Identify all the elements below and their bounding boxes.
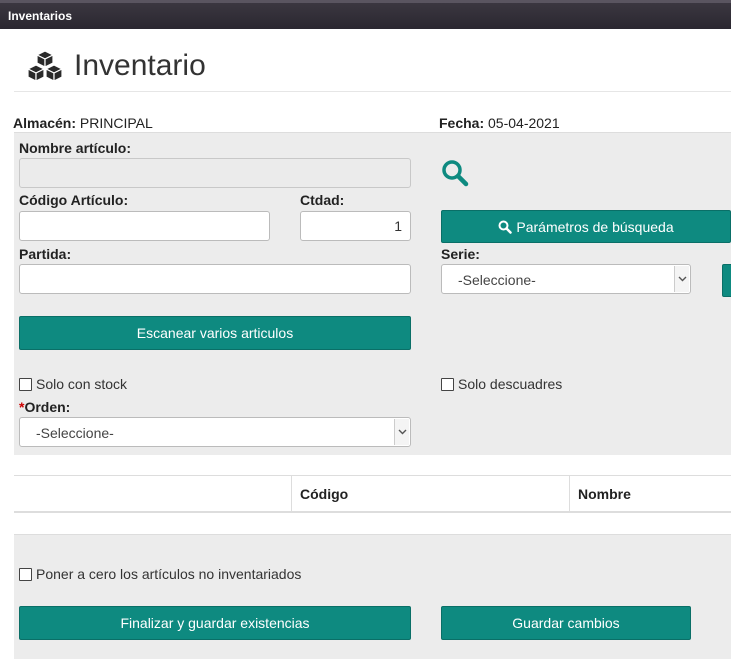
codigo-articulo-label: Código Artículo: — [19, 192, 129, 208]
serie-label: Serie: — [441, 246, 480, 262]
escanear-varios-label: Escanear varios articulos — [136, 325, 294, 341]
serie-select[interactable]: -Seleccione- — [441, 264, 691, 294]
poner-a-cero-label: Poner a cero los artículos no inventaria… — [36, 566, 302, 582]
fecha-label: Fecha: — [439, 115, 485, 131]
almacen-info: Almacén: PRINCIPAL — [13, 115, 153, 131]
parametros-busqueda-button[interactable]: Parámetros de búsqueda — [441, 210, 731, 243]
header-divider — [14, 91, 731, 92]
guardar-cambios-label: Guardar cambios — [512, 615, 620, 631]
footer-panel — [14, 534, 731, 659]
inventory-table-header: Código Nombre — [14, 475, 731, 513]
almacen-label: Almacén: — [13, 115, 77, 131]
guardar-cambios-button[interactable]: Guardar cambios — [441, 606, 691, 640]
fecha-value: 05-04-2021 — [488, 115, 560, 131]
checkbox-box[interactable] — [19, 567, 32, 581]
column-header-nombre[interactable]: Nombre — [569, 476, 731, 512]
page-title: Inventario — [74, 49, 206, 82]
parametros-busqueda-label: Parámetros de búsqueda — [516, 218, 674, 235]
cubes-icon — [27, 50, 63, 82]
serie-select-value: -Seleccione- — [458, 272, 536, 288]
chevron-down-icon — [394, 419, 409, 445]
chevron-down-icon — [674, 266, 689, 292]
ctdad-field[interactable] — [300, 211, 411, 241]
solo-descuadres-checkbox[interactable]: Solo descuadres — [441, 376, 562, 392]
solo-con-stock-checkbox[interactable]: Solo con stock — [19, 376, 127, 392]
ctdad-label: Ctdad: — [300, 192, 345, 208]
orden-select[interactable]: -Seleccione- — [19, 417, 411, 447]
checkbox-box[interactable] — [441, 377, 454, 391]
checkbox-box[interactable] — [19, 377, 32, 391]
serie-action-button[interactable] — [722, 264, 731, 297]
column-header-select — [14, 476, 291, 512]
search-icon[interactable] — [441, 159, 469, 187]
window-titlebar: Inventarios — [0, 0, 731, 29]
page-header: Inventario — [26, 46, 206, 86]
solo-con-stock-label: Solo con stock — [36, 376, 128, 392]
fecha-info: Fecha: 05-04-2021 — [439, 115, 560, 131]
solo-descuadres-label: Solo descuadres — [458, 376, 563, 392]
nombre-articulo-field — [19, 158, 411, 188]
partida-field[interactable] — [19, 264, 411, 294]
orden-select-value: -Seleccione- — [36, 425, 114, 441]
search-icon — [498, 220, 513, 234]
escanear-varios-button[interactable]: Escanear varios articulos — [19, 316, 411, 350]
window-title: Inventarios — [8, 9, 73, 23]
partida-label: Partida: — [19, 246, 72, 262]
finalizar-guardar-button[interactable]: Finalizar y guardar existencias — [19, 606, 411, 640]
codigo-articulo-field[interactable] — [19, 211, 270, 241]
poner-a-cero-checkbox[interactable]: Poner a cero los artículos no inventaria… — [19, 566, 301, 582]
almacen-value: PRINCIPAL — [79, 115, 153, 131]
column-header-codigo[interactable]: Código — [291, 476, 569, 512]
nombre-articulo-label: Nombre artículo: — [19, 140, 132, 156]
orden-label: *Orden: — [19, 399, 71, 415]
finalizar-guardar-label: Finalizar y guardar existencias — [120, 615, 310, 631]
